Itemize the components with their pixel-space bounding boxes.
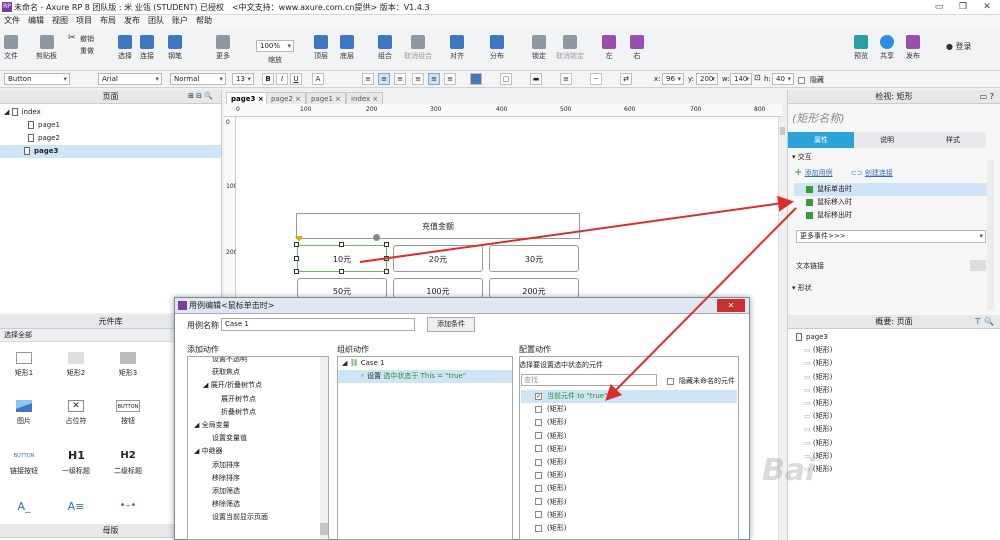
arrow-to-current-widget: [605, 207, 797, 401]
arrow-to-onclick: [359, 195, 794, 263]
annotation-arrows: [359, 195, 797, 401]
